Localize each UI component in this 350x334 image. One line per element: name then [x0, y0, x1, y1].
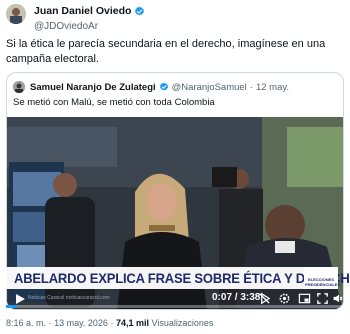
video-ticker: Noticias Caracol noticiascaracol.com: [28, 295, 110, 301]
tweet-text: Si la ética le parecía secundaria en el …: [6, 38, 326, 65]
video-headline: ABELARDO EXPLICA FRASE SOBRE ÉTICA Y DER…: [14, 270, 350, 286]
tweet-date[interactable]: 13 may. 2026: [54, 318, 108, 328]
volume-icon[interactable]: [332, 292, 343, 305]
quote-text: Se metió con Malú, se metió con toda Col…: [13, 97, 215, 108]
video-progress-fill: [6, 305, 17, 308]
play-icon[interactable]: [14, 293, 26, 305]
quote-author-row: Samuel Naranjo De Zulategi @NaranjoSamue…: [13, 81, 289, 93]
views-label: Visualizaciones: [151, 318, 214, 328]
quote-author-name[interactable]: Samuel Naranjo De Zulategi: [30, 82, 156, 93]
views-count: 74,1 mil: [115, 318, 149, 328]
tweet: Juan Daniel Oviedo @JDOviedoAr Si la éti…: [0, 0, 350, 334]
tweet-meta: 8:16 a. m. · 13 may. 2026 · 74,1 mil Vis…: [6, 318, 213, 328]
pip-icon[interactable]: [298, 292, 311, 305]
meta-separator: ·: [48, 318, 52, 328]
author-avatar[interactable]: [6, 4, 26, 24]
verified-badge-icon: [159, 82, 168, 91]
verified-badge-icon: [135, 6, 145, 16]
settings-icon[interactable]: [278, 292, 291, 305]
author-row: Juan Daniel Oviedo @JDOviedoAr: [6, 4, 145, 34]
video-time: 0:07 / 3:38: [212, 292, 261, 303]
tweet-time[interactable]: 8:16 a. m.: [6, 318, 46, 328]
quote-author-handle[interactable]: @NaranjoSamuel: [172, 82, 247, 93]
author-name[interactable]: Juan Daniel Oviedo: [34, 4, 131, 19]
quote-author-avatar[interactable]: [13, 81, 25, 93]
fullscreen-icon[interactable]: [316, 292, 329, 305]
quote-separator: ·: [249, 81, 253, 93]
meta-separator: ·: [110, 318, 114, 328]
elections-logo-text: ELECCIONES PRESIDENCIALES: [305, 277, 341, 287]
author-handle[interactable]: @JDOviedoAr: [34, 19, 145, 34]
quote-date[interactable]: 12 may.: [256, 82, 289, 93]
video-progress-bar[interactable]: [6, 305, 342, 308]
no-autoplay-icon[interactable]: [258, 292, 271, 305]
